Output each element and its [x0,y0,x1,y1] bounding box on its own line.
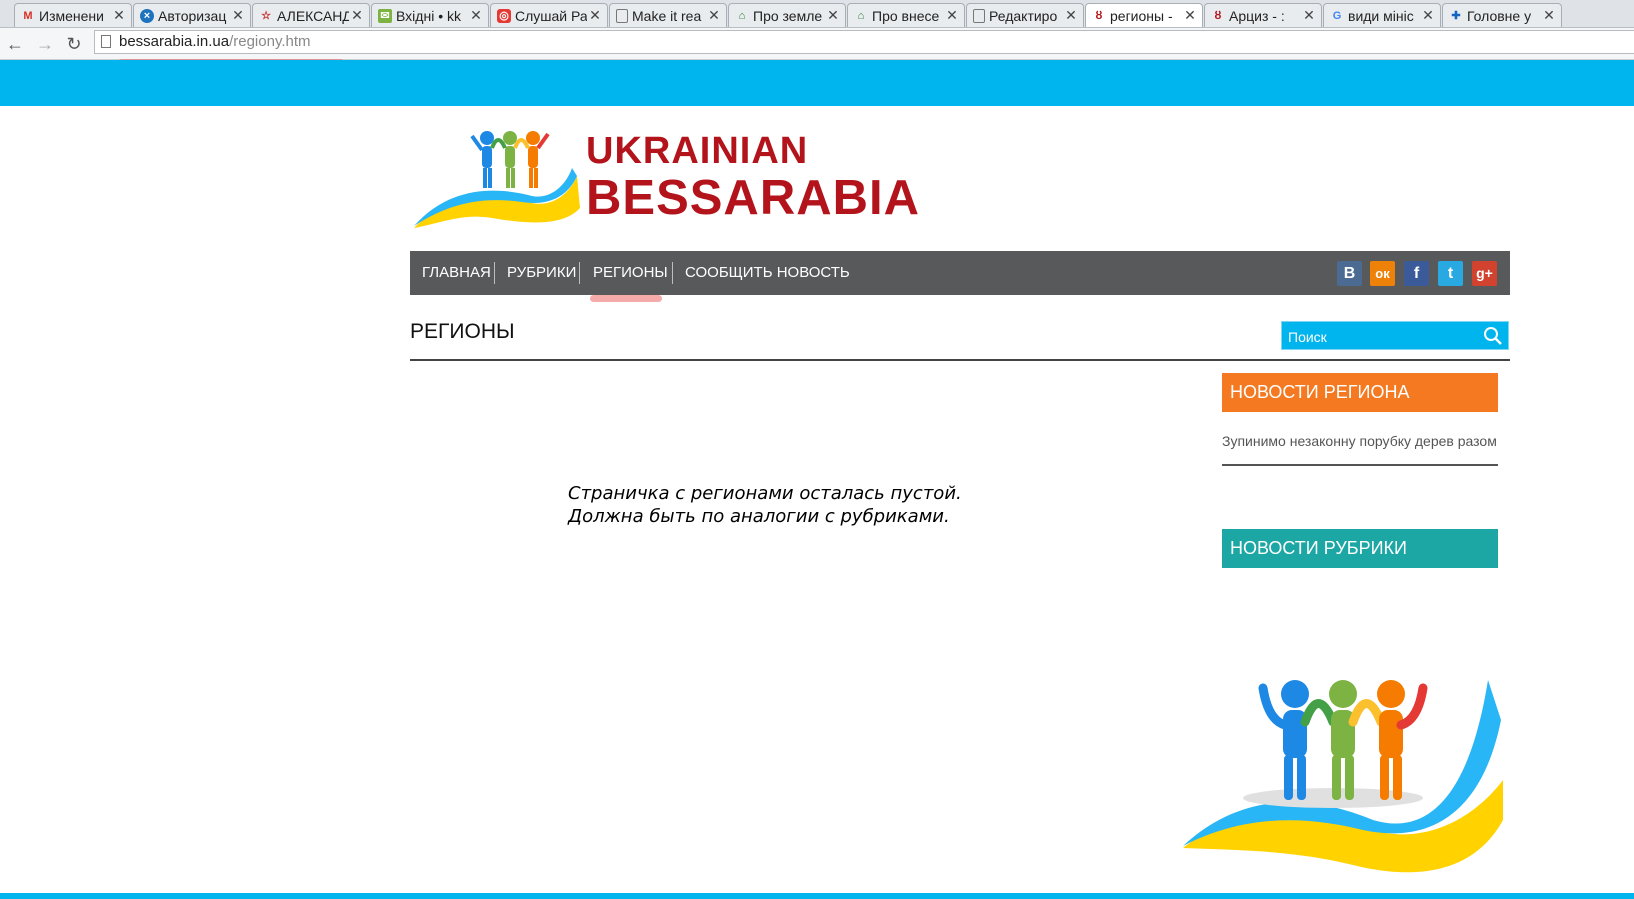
bottom-logo-figures-icon [1183,680,1503,873]
close-icon[interactable]: ✕ [944,7,964,24]
main-menu: ГЛАВНАЯ РУБРИКИ РЕГИОНЫ СООБЩИТЬ НОВОСТЬ… [410,251,1510,295]
odnoklassniki-icon[interactable]: ок [1370,261,1395,286]
browser-tab[interactable]: Редактиро ✕ [966,3,1084,27]
browser-tab[interactable]: ⌂ Про внесе ✕ [847,3,965,27]
bessarabia-icon: ȣ [1214,9,1222,22]
page-title: РЕГИОНЫ [410,320,515,343]
browser-tab-bar: M Изменени ✕ × Авторизац ✕ ☆ АЛЕКСАНД ✕ ✉ Вхідн… [0,0,1634,28]
site-logo[interactable]: UKRAINIAN BESSARABIA [412,128,919,240]
search-input[interactable] [1282,322,1480,351]
logo-line-2: BESSARABIA [586,171,920,225]
site-bottom-bar [0,893,1634,899]
tab-title: Арциз - : [1229,7,1285,24]
title-divider [410,359,1510,361]
page-icon [101,35,111,48]
browser-tab[interactable]: ◎ Слушай Ра ✕ [490,3,608,27]
region-news-header: НОВОСТИ РЕГИОНА [1222,373,1498,412]
browser-tab-active[interactable]: ȣ регионы - ✕ [1085,3,1203,27]
tab-title: Make it rea [632,7,702,24]
red-underline-annotation [590,295,662,302]
twitter-icon[interactable]: t [1438,261,1463,286]
close-icon[interactable]: ✕ [1301,7,1321,24]
browser-tab[interactable]: ȣ Арциз - : ✕ [1204,3,1322,27]
back-arrow-icon[interactable]: ← [4,33,26,55]
browser-tab[interactable]: ✚ Головне у ✕ [1442,3,1562,27]
facebook-icon[interactable]: f [1404,261,1429,286]
tab-title: види мініс [1348,7,1414,24]
menu-item-report-news[interactable]: СООБЩИТЬ НОВОСТЬ [685,251,850,295]
close-icon[interactable]: ✕ [468,7,488,24]
menu-item-regions[interactable]: РЕГИОНЫ [593,251,668,295]
tab-title: Вхідні • kk [396,7,461,24]
mail-icon: ✉ [378,8,392,23]
address-bar[interactable]: bessarabia.in.ua/regiony.htm [94,30,1634,54]
menu-item-rubrics[interactable]: РУБРИКИ [507,251,576,295]
google-plus-icon[interactable]: g+ [1472,261,1497,286]
search-box [1281,321,1509,351]
tab-title: Слушай Ра [515,7,587,24]
tab-title: Про внесе [872,7,940,24]
tab-title: Авторизац [158,7,227,24]
google-icon: G [1332,9,1342,22]
rubric-news-header: НОВОСТИ РУБРИКИ [1222,529,1498,568]
cross-icon: ✚ [1451,10,1461,22]
site-top-bar [0,60,1634,106]
menu-item-home[interactable]: ГЛАВНАЯ [422,251,491,295]
gov-icon: ⌂ [738,9,746,22]
menu-separator [672,262,673,284]
close-icon[interactable]: ✕ [111,7,131,24]
close-icon[interactable]: ✕ [349,7,369,24]
browser-tab[interactable]: × Авторизац ✕ [133,3,251,27]
page-icon [973,8,985,23]
blue-globe-icon: × [140,8,154,23]
note-line-2: Должна быть по аналогии с рубриками. [568,506,950,527]
sidebar-divider [1222,464,1498,466]
close-icon[interactable]: ✕ [825,7,845,24]
gov-icon: ⌂ [857,9,865,22]
url-domain: bessarabia.in.ua [119,33,230,50]
vk-icon[interactable]: B [1337,261,1362,286]
browser-tab[interactable]: M Изменени ✕ [14,3,132,27]
tab-title: регионы - [1110,7,1173,24]
tab-title: Головне у [1467,7,1532,24]
tab-title: Редактиро [989,7,1058,24]
browser-toolbar: ← → ↻ bessarabia.in.ua/regiony.htm [0,28,1634,60]
browser-tab[interactable]: ✉ Вхідні • kk ✕ [371,3,489,27]
tab-title: Изменени [39,7,104,24]
browser-tab[interactable]: Make it rea ✕ [609,3,727,27]
search-icon[interactable] [1482,325,1504,347]
bessarabia-icon: ȣ [1095,9,1103,22]
url-path: /regiony.htm [229,33,311,50]
menu-separator [494,262,495,284]
close-icon[interactable]: ✕ [1541,7,1561,24]
menu-separator [579,262,580,284]
close-icon[interactable]: ✕ [706,7,726,24]
browser-tab[interactable]: ⌂ Про земле ✕ [728,3,846,27]
note-line-1: Страничка с регионами осталась пустой. [568,483,962,504]
close-icon[interactable]: ✕ [1063,7,1083,24]
browser-tab[interactable]: Gвиди мініс ✕ [1323,3,1441,27]
logo-text: UKRAINIAN BESSARABIA [586,132,920,223]
close-icon[interactable]: ✕ [230,7,250,24]
browser-tab[interactable]: ☆ АЛЕКСАНД ✕ [252,3,370,27]
annotation-note: Страничка с регионами осталась пустой. Д… [568,482,962,528]
gmail-icon: M [23,9,33,22]
red-star-icon: ☆ [261,10,271,22]
close-icon[interactable]: ✕ [1420,7,1440,24]
close-icon[interactable]: ✕ [587,7,607,24]
logo-line-1: UKRAINIAN [586,130,809,172]
logo-figures-icon [414,131,580,228]
tab-title: Про земле [753,7,823,24]
forward-arrow-icon[interactable]: → [34,33,56,55]
page-icon [616,8,628,23]
radio-icon: ◎ [497,8,511,23]
reload-icon[interactable]: ↻ [63,33,85,55]
region-news-link[interactable]: Зупинимо незаконну порубку дерев разом [1222,433,1497,449]
tab-title: АЛЕКСАНД [277,7,349,24]
close-icon[interactable]: ✕ [1182,7,1202,24]
